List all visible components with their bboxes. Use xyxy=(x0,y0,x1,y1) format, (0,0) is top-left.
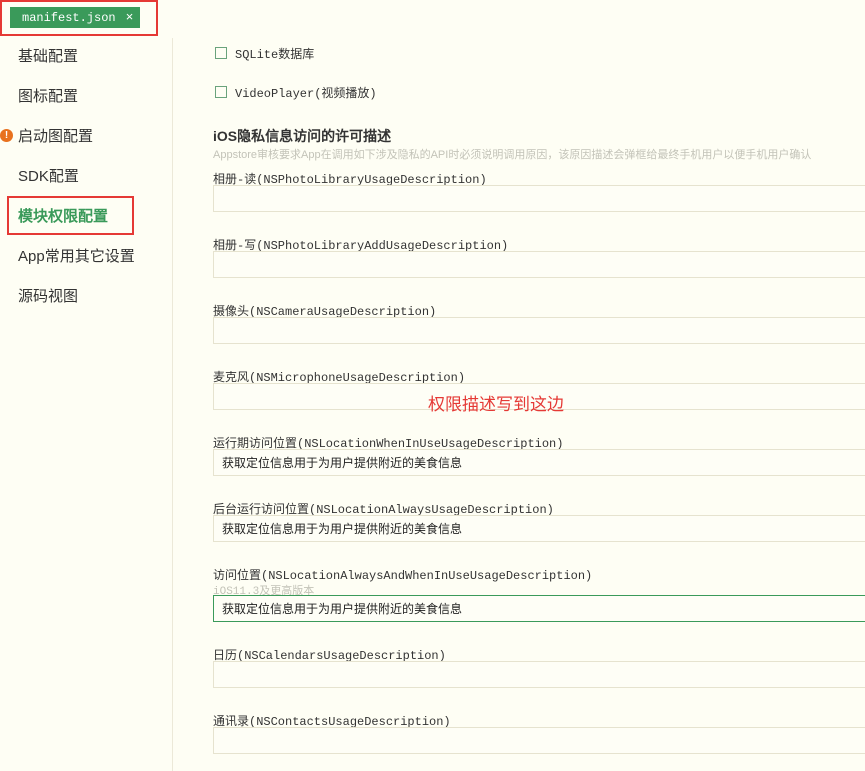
sidebar-item-sdk[interactable]: SDK配置 xyxy=(18,163,79,191)
section-description: Appstore审核要求App在调用如下涉及隐私的API时必须说明调用原因，该原… xyxy=(213,149,812,161)
calendars-input[interactable] xyxy=(213,661,865,688)
sidebar-item-icons[interactable]: 图标配置 xyxy=(18,83,78,111)
location-always-input[interactable] xyxy=(213,515,865,542)
sidebar-item-basic[interactable]: 基础配置 xyxy=(18,43,78,71)
module-label: SQLite数据库 xyxy=(235,47,315,62)
field-label: 访问位置(NSLocationAlwaysAndWhenInUseUsageDe… xyxy=(213,569,593,583)
photo-read-input[interactable] xyxy=(213,185,865,212)
contacts-input[interactable] xyxy=(213,727,865,754)
module-row-videoplayer: VideoPlayer(视频播放) xyxy=(215,83,377,101)
warning-icon: ! xyxy=(0,129,13,142)
sqlite-checkbox[interactable] xyxy=(215,47,227,59)
sidebar-item-source-view[interactable]: 源码视图 xyxy=(18,283,78,311)
photo-write-input[interactable] xyxy=(213,251,865,278)
main-panel: SQLite数据库 VideoPlayer(视频播放) iOS隐私信息访问的许可… xyxy=(173,38,865,771)
section-title: iOS隐私信息访问的许可描述 xyxy=(213,128,392,144)
sidebar-item-module-permissions[interactable]: 模块权限配置 xyxy=(18,203,108,231)
module-label: VideoPlayer(视频播放) xyxy=(235,86,377,101)
close-icon[interactable]: × xyxy=(126,10,134,25)
location-when-in-use-input[interactable] xyxy=(213,449,865,476)
location-always-and-when-in-use-input[interactable] xyxy=(213,595,865,622)
camera-input[interactable] xyxy=(213,317,865,344)
videoplayer-checkbox[interactable] xyxy=(215,86,227,98)
editor-tab-bar: manifest.json × xyxy=(0,0,865,38)
annotation-text: 权限描述写到这边 xyxy=(428,395,564,414)
sidebar-item-other-settings[interactable]: App常用其它设置 xyxy=(18,243,135,271)
sidebar-item-splash[interactable]: 启动图配置 xyxy=(18,123,93,151)
tab-manifest-json[interactable]: manifest.json × xyxy=(10,7,140,28)
module-row-sqlite: SQLite数据库 xyxy=(215,44,314,62)
tab-label: manifest.json xyxy=(22,10,116,25)
sidebar: 基础配置 图标配置 ! 启动图配置 SDK配置 模块权限配置 App常用其它设置… xyxy=(0,38,173,771)
